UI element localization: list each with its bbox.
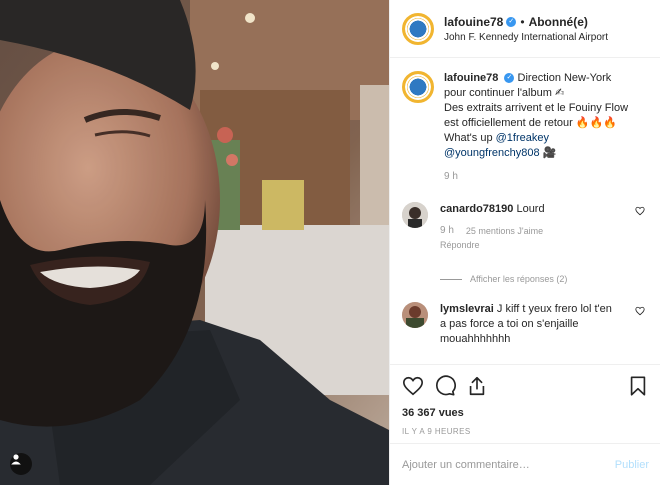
follow-button[interactable]: Abonné(e): [529, 15, 588, 29]
reply-button[interactable]: Répondre: [440, 240, 480, 250]
avatar-image: [402, 202, 428, 228]
replies-divider: [440, 278, 462, 280]
comment-likes[interactable]: 25 mentions J'aime: [466, 226, 543, 236]
post-header: lafouine78 ✓ • Abonné(e) John F. Kennedy…: [390, 0, 660, 58]
comment-meta-2: Répondre: [440, 240, 620, 250]
post-side-panel: lafouine78 ✓ • Abonné(e) John F. Kennedy…: [389, 0, 660, 485]
tagged-users-button[interactable]: [10, 453, 32, 475]
comment-username[interactable]: canardo78190: [440, 203, 513, 215]
caption-line-3: What's up: [444, 132, 496, 144]
comment-item: canardo78190 Lourd 9 h 25 mentions J'aim…: [402, 202, 645, 250]
view-replies-label: Afficher les réponses (2): [470, 274, 568, 284]
author-avatar[interactable]: [402, 12, 434, 45]
post-actions: 36 367 vues IL Y A 9 HEURES: [390, 364, 660, 436]
verified-badge-icon: ✓: [504, 73, 515, 84]
comments-section[interactable]: lafouine78 ✓ Direction New-York pour con…: [390, 59, 660, 364]
mention-link[interactable]: @1freakey: [496, 132, 549, 144]
comment-bubble-icon[interactable]: [434, 375, 456, 397]
person-icon: [11, 454, 21, 465]
instagram-post: lafouine78 ✓ • Abonné(e) John F. Kennedy…: [0, 0, 660, 485]
publish-button[interactable]: Publier: [615, 459, 649, 471]
comment-content: Lourd: [516, 203, 545, 215]
caption-time[interactable]: 9 h: [444, 171, 634, 182]
header-row: lafouine78 ✓ • Abonné(e): [444, 15, 608, 29]
like-comment-heart-icon[interactable]: [635, 306, 645, 316]
comment-body: canardo78190 Lourd 9 h 25 mentions J'aim…: [440, 202, 620, 250]
commenter-avatar[interactable]: [402, 302, 428, 328]
verified-badge-icon: ✓: [506, 16, 517, 27]
video-frame: [0, 0, 389, 485]
post-video[interactable]: [0, 0, 389, 485]
caption-avatar[interactable]: [402, 71, 434, 103]
comment-text: lymslevrai J kiff t yeux frero lol t'en …: [440, 302, 620, 347]
author-username[interactable]: lafouine78: [444, 15, 503, 29]
view-replies-button[interactable]: Afficher les réponses (2): [440, 274, 645, 284]
action-icons: [402, 375, 649, 397]
view-count[interactable]: 36 367 vues: [402, 407, 649, 419]
comment-item: lymslevrai J kiff t yeux frero lol t'en …: [402, 302, 645, 347]
comment-time[interactable]: 9 h: [440, 225, 454, 236]
caption: lafouine78 ✓ Direction New-York pour con…: [402, 71, 645, 182]
avatar-image: [402, 302, 428, 328]
caption-text: lafouine78 ✓ Direction New-York pour con…: [444, 71, 634, 161]
comment-username[interactable]: lymslevrai: [440, 303, 494, 315]
like-comment-heart-icon[interactable]: [635, 206, 645, 216]
comment-meta: 9 h 25 mentions J'aime: [440, 225, 620, 236]
commenter-avatar[interactable]: [402, 202, 428, 228]
add-comment-bar: Ajouter un commentaire… Publier: [390, 443, 660, 485]
like-heart-icon[interactable]: [402, 375, 424, 397]
mention-link[interactable]: @youngfrenchy808: [444, 147, 540, 159]
caption-username[interactable]: lafouine78: [444, 72, 498, 84]
post-time[interactable]: IL Y A 9 HEURES: [402, 427, 649, 436]
comment-text: canardo78190 Lourd: [440, 202, 620, 217]
caption-line-2: Des extraits arrivent et le Fouiny Flow …: [444, 102, 629, 129]
comment-input[interactable]: Ajouter un commentaire…: [402, 459, 615, 471]
location-link[interactable]: John F. Kennedy International Airport: [444, 32, 608, 43]
separator: •: [520, 14, 525, 29]
comment-body: lymslevrai J kiff t yeux frero lol t'en …: [440, 302, 620, 347]
caption-line-4: 🎥: [539, 147, 557, 159]
header-meta: lafouine78 ✓ • Abonné(e) John F. Kennedy…: [444, 15, 608, 43]
bookmark-icon[interactable]: [627, 375, 649, 397]
share-icon[interactable]: [466, 375, 488, 397]
caption-body: lafouine78 ✓ Direction New-York pour con…: [444, 71, 634, 182]
